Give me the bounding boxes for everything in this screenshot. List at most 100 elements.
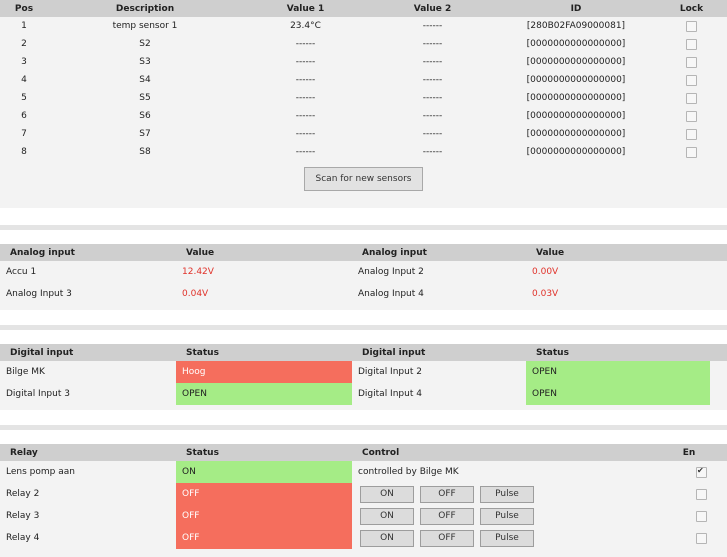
relay-control-text: controlled by Bilge MK <box>358 467 459 477</box>
header-relay: Relay <box>0 444 176 461</box>
sensor-lock-cell <box>656 107 727 125</box>
header-lock: Lock <box>656 0 727 17</box>
off-button[interactable]: OFF <box>420 485 474 503</box>
sensor-id: [0000000000000000] <box>526 111 626 121</box>
header-value2: Value 2 <box>369 0 496 17</box>
sensor-value1: ------ <box>295 39 316 49</box>
sensor-lock-cell <box>656 71 727 89</box>
header-analog-value: Value <box>176 244 352 261</box>
relay-enable-cell <box>663 505 727 527</box>
sensors-panel: Pos Description Value 1 Value 2 ID Lock … <box>0 0 727 208</box>
digital-header-row: Digital input Status Digital input Statu… <box>0 344 727 361</box>
header-digital-input: Digital input <box>0 344 176 361</box>
relay-enable-cell <box>663 527 727 549</box>
header-pos: Pos <box>0 0 48 17</box>
sensors-header-row: Pos Description Value 1 Value 2 ID Lock <box>0 0 727 17</box>
relay-enable-cell <box>663 461 727 483</box>
lock-checkbox[interactable] <box>686 110 697 122</box>
sensor-value1: 23.4°C <box>290 21 321 31</box>
sensor-id: [0000000000000000] <box>526 93 626 103</box>
sensor-id: [0000000000000000] <box>526 39 626 49</box>
sensor-value2: ------ <box>422 21 443 31</box>
relay-control: ON OFF Pulse <box>352 483 663 505</box>
table-row: Relay 2 OFF ON OFF Pulse <box>0 483 727 505</box>
header-relay-enable: En <box>663 444 727 461</box>
sensor-value1: ------ <box>295 75 316 85</box>
row-spacer <box>710 383 727 405</box>
header-analog-input: Analog input <box>0 244 176 261</box>
enable-checkbox[interactable] <box>696 466 707 478</box>
analog-table: Analog input Value Analog input Value Ac… <box>0 244 727 305</box>
sensor-value2: ------ <box>422 93 443 103</box>
relay-name: Relay 3 <box>6 511 40 521</box>
enable-checkbox[interactable] <box>696 510 707 522</box>
table-row: 2 S2 ------ ------ [0000000000000000] <box>0 35 727 53</box>
sensor-description: S4 <box>139 75 151 85</box>
lock-checkbox[interactable] <box>686 56 697 68</box>
on-button[interactable]: ON <box>360 485 414 503</box>
table-row: 8 S8 ------ ------ [0000000000000000] <box>0 143 727 161</box>
relay-control: ON OFF Pulse <box>352 527 663 549</box>
table-row: 3 S3 ------ ------ [0000000000000000] <box>0 53 727 71</box>
sensor-pos: 7 <box>21 129 27 139</box>
lock-checkbox[interactable] <box>686 20 697 32</box>
sensor-value2: ------ <box>422 147 443 157</box>
lock-checkbox[interactable] <box>686 146 697 158</box>
header-analog-input-2: Analog input <box>352 244 526 261</box>
analog-name: Analog Input 2 <box>358 267 424 277</box>
sensor-value2: ------ <box>422 111 443 121</box>
sensor-value1: ------ <box>295 93 316 103</box>
sensor-pos: 3 <box>21 57 27 67</box>
sensor-description: S3 <box>139 57 151 67</box>
analog-value: 0.03V <box>532 289 559 299</box>
digital-name: Bilge MK <box>6 367 45 377</box>
sensor-id: [280B02FA09000081] <box>526 21 626 31</box>
sensor-pos: 5 <box>21 93 27 103</box>
sensor-value1: ------ <box>295 147 316 157</box>
separator <box>0 325 727 330</box>
relay-control: ON OFF Pulse <box>352 505 663 527</box>
off-button[interactable]: OFF <box>420 507 474 525</box>
relay-control: controlled by Bilge MK <box>352 461 663 483</box>
relay-panel: Relay Status Control En Lens pomp aan ON c… <box>0 444 727 557</box>
relay-enable-cell <box>663 483 727 505</box>
sensor-id: [0000000000000000] <box>526 57 626 67</box>
analog-panel: Analog input Value Analog input Value Ac… <box>0 244 727 310</box>
on-button[interactable]: ON <box>360 529 414 547</box>
header-digital-input-2: Digital input <box>352 344 526 361</box>
lock-checkbox[interactable] <box>686 92 697 104</box>
sensor-pos: 8 <box>21 147 27 157</box>
lock-checkbox[interactable] <box>686 128 697 140</box>
pulse-button[interactable]: Pulse <box>480 485 534 503</box>
header-value1: Value 1 <box>242 0 369 17</box>
off-button[interactable]: OFF <box>420 529 474 547</box>
sensor-description: S8 <box>139 147 151 157</box>
status-badge: OPEN <box>526 361 710 383</box>
on-button[interactable]: ON <box>360 507 414 525</box>
header-analog-value-2: Value <box>526 244 727 261</box>
sensor-lock-cell <box>656 125 727 143</box>
analog-name: Analog Input 3 <box>6 289 72 299</box>
lock-checkbox[interactable] <box>686 74 697 86</box>
status-badge: ON <box>176 461 352 483</box>
enable-checkbox[interactable] <box>696 488 707 500</box>
pulse-button[interactable]: Pulse <box>480 507 534 525</box>
sensor-description: S5 <box>139 93 151 103</box>
header-digital-status: Status <box>176 344 352 361</box>
relay-header-row: Relay Status Control En <box>0 444 727 461</box>
pulse-button[interactable]: Pulse <box>480 529 534 547</box>
table-row: Digital Input 3 OPEN Digital Input 4 OPE… <box>0 383 727 405</box>
separator <box>0 425 727 430</box>
relay-name: Relay 2 <box>6 489 40 499</box>
table-row: Relay 4 OFF ON OFF Pulse <box>0 527 727 549</box>
sensor-pos: 4 <box>21 75 27 85</box>
enable-checkbox[interactable] <box>696 532 707 544</box>
separator <box>0 225 727 230</box>
sensor-value2: ------ <box>422 129 443 139</box>
sensor-value2: ------ <box>422 57 443 67</box>
scan-sensors-button[interactable]: Scan for new sensors <box>304 167 423 191</box>
lock-checkbox[interactable] <box>686 38 697 50</box>
sensor-value1: ------ <box>295 111 316 121</box>
table-row: Lens pomp aan ON controlled by Bilge MK <box>0 461 727 483</box>
relay-name: Lens pomp aan <box>6 467 75 477</box>
